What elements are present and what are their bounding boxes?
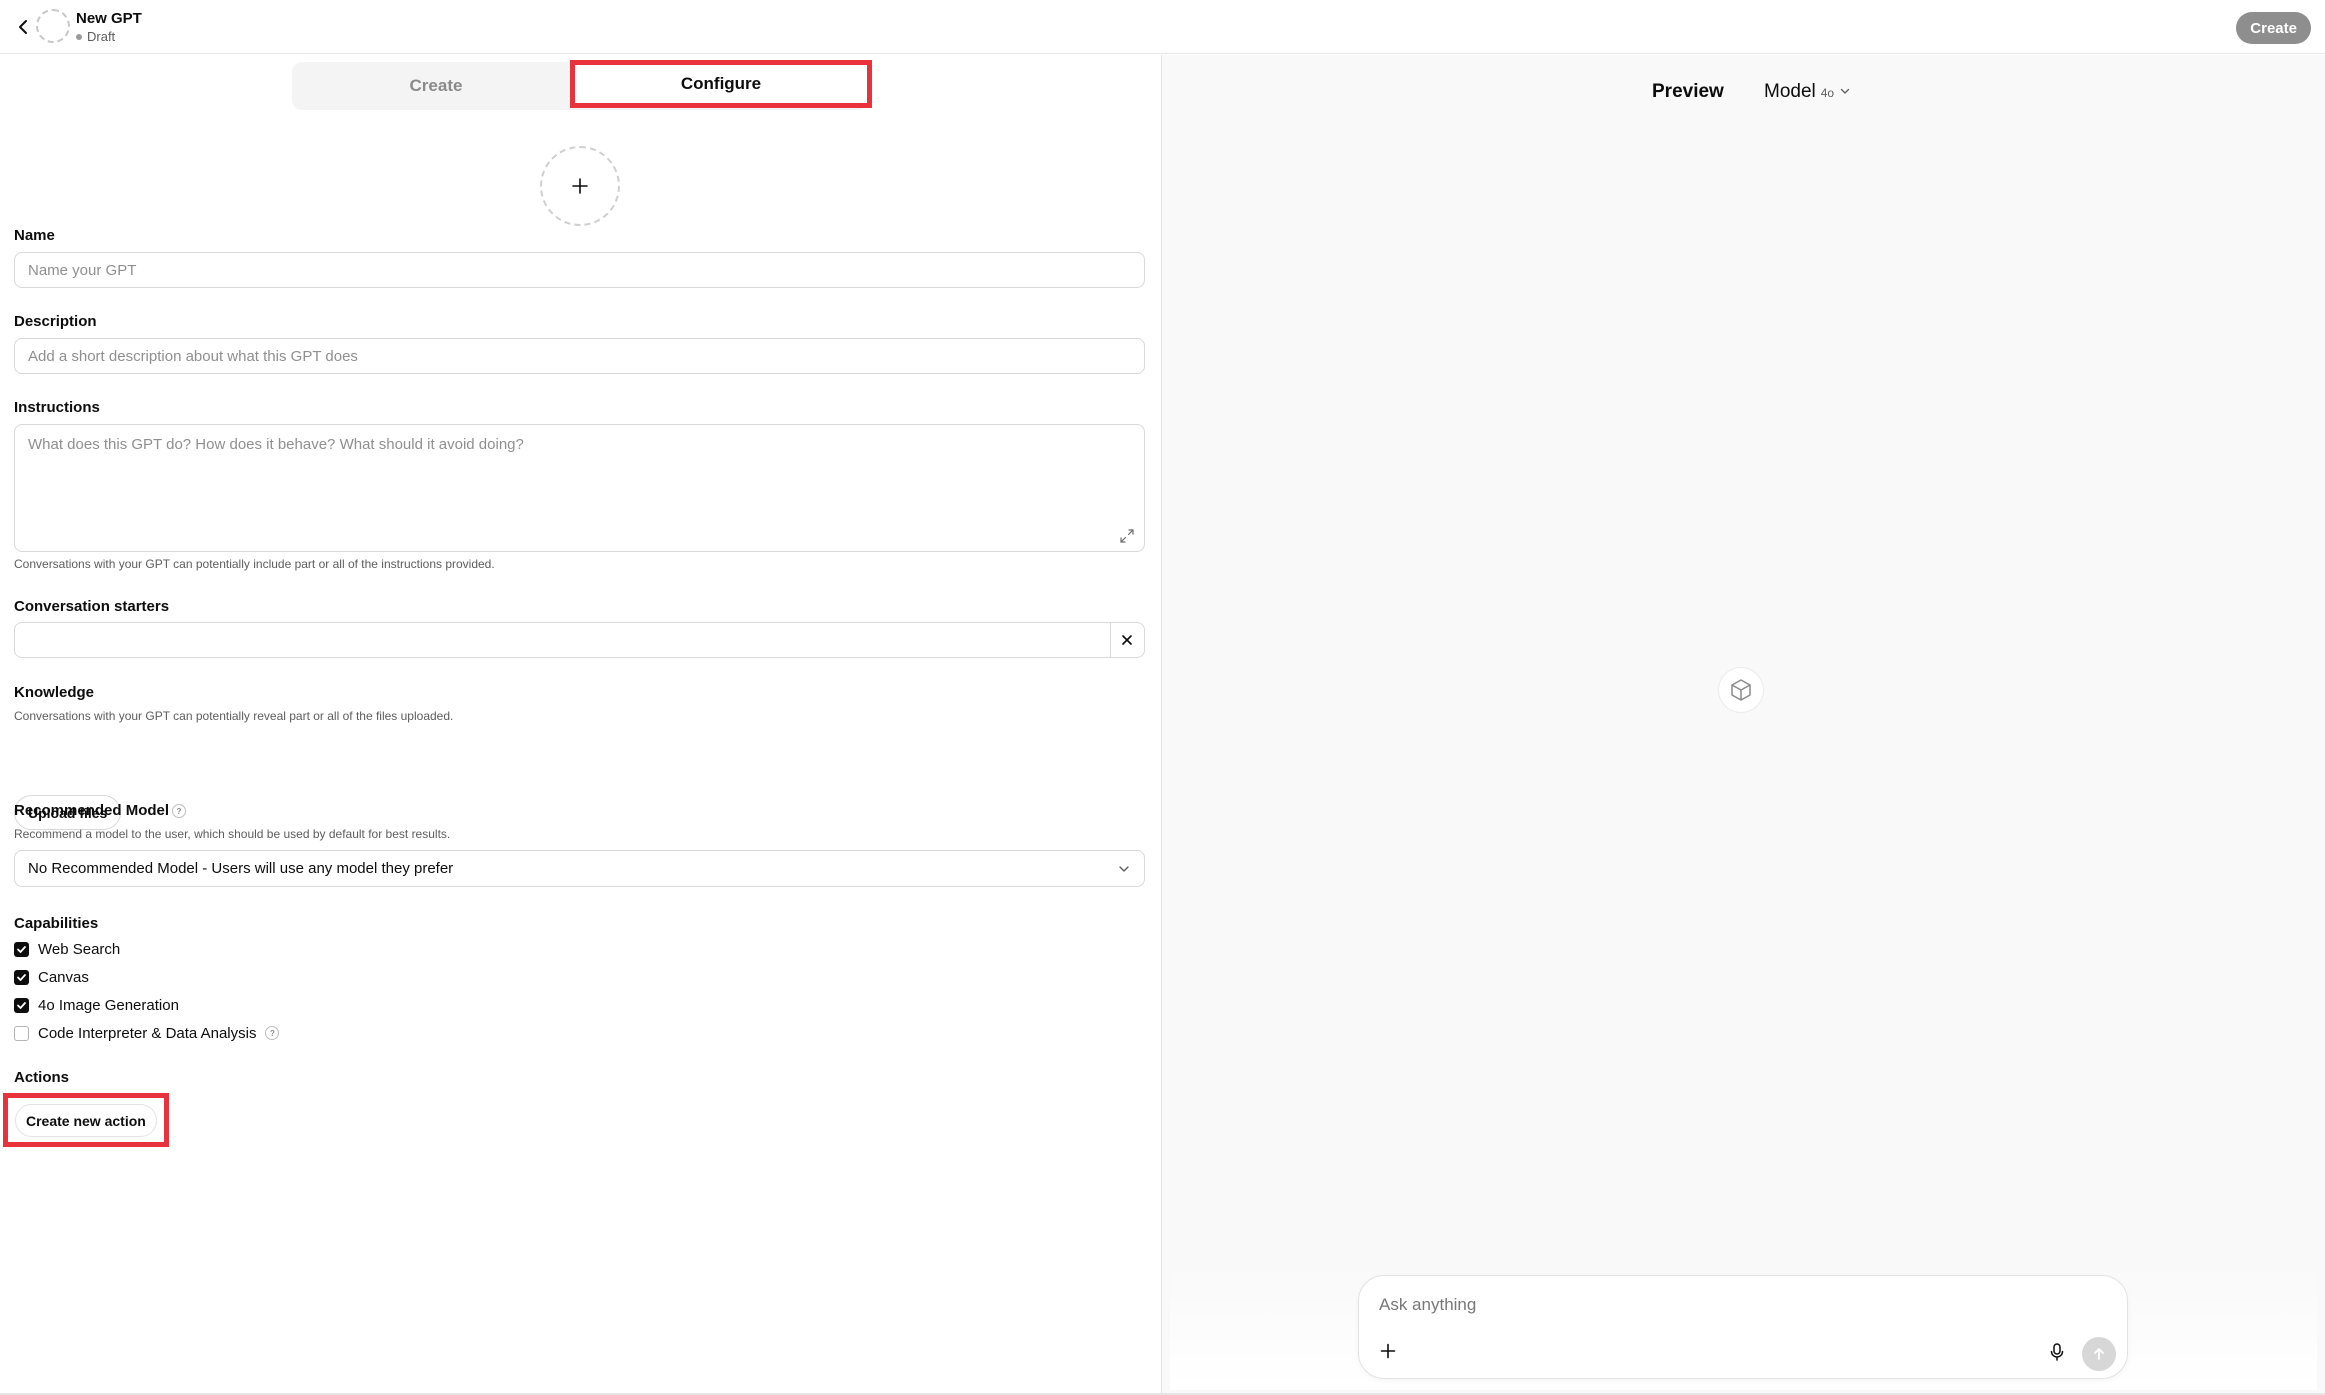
status-dot-icon	[76, 33, 82, 40]
editor-tabs: Create Configure	[292, 60, 872, 110]
gpt-avatar	[36, 9, 70, 43]
actions-label: Actions	[14, 1069, 70, 1086]
model-picker[interactable]: Model 4o	[1764, 81, 1851, 103]
capabilities-label: Capabilities	[14, 915, 99, 932]
instructions-label: Instructions	[14, 399, 100, 416]
capability-code-interpreter[interactable]: Code Interpreter & Data Analysis ?	[14, 1023, 280, 1043]
preview-panel: Preview Model 4o	[1162, 55, 2325, 1395]
checkbox-checked-icon[interactable]	[14, 969, 29, 985]
capability-label: Web Search	[38, 940, 121, 958]
publish-create-button[interactable]: Create	[2236, 12, 2311, 44]
help-icon[interactable]: ?	[172, 804, 186, 818]
tab-create[interactable]: Create	[292, 62, 580, 110]
recommended-model-value: No Recommended Model - Users will use an…	[28, 860, 454, 877]
description-input[interactable]	[14, 338, 1145, 374]
starter-row	[14, 622, 1145, 658]
plus-icon[interactable]	[1375, 1338, 1401, 1364]
status-text: Draft	[87, 29, 116, 44]
recommended-model-select[interactable]: No Recommended Model - Users will use an…	[14, 850, 1145, 887]
gpt-cube-icon	[1718, 667, 1764, 713]
close-icon[interactable]	[1110, 623, 1144, 657]
capability-canvas[interactable]: Canvas	[14, 967, 89, 987]
plus-icon	[572, 178, 588, 194]
composer	[1358, 1275, 2128, 1379]
knowledge-hint: Conversations with your GPT can potentia…	[14, 709, 454, 723]
capability-label: 4o Image Generation	[38, 996, 179, 1014]
recommended-model-label: Recommended Model	[14, 802, 170, 819]
action-highlight: Create new action	[3, 1093, 169, 1147]
model-label: Model	[1764, 81, 1816, 102]
top-bar: New GPT Draft Create	[0, 0, 2325, 54]
capability-web-search[interactable]: Web Search	[14, 939, 120, 959]
description-label: Description	[14, 313, 97, 330]
expand-icon[interactable]	[1119, 528, 1135, 544]
send-arrow-icon[interactable]	[2082, 1337, 2116, 1371]
knowledge-label: Knowledge	[14, 684, 95, 701]
capability-label: Code Interpreter & Data Analysis	[38, 1024, 257, 1042]
help-icon[interactable]: ?	[265, 1026, 280, 1040]
chevron-down-icon	[1840, 88, 1850, 94]
model-value: 4o	[1820, 86, 1835, 100]
tab-configure[interactable]: Configure	[570, 60, 872, 108]
back-chevron-icon[interactable]	[12, 16, 34, 38]
avatar-upload-button[interactable]	[540, 146, 620, 226]
checkbox-checked-icon[interactable]	[14, 941, 29, 957]
capability-label: Canvas	[38, 968, 89, 986]
name-input[interactable]	[14, 252, 1145, 288]
checkbox-checked-icon[interactable]	[14, 997, 29, 1013]
instructions-textarea[interactable]	[14, 424, 1145, 552]
configure-panel: Create Configure Name Description Instru…	[0, 55, 1161, 1395]
gpt-status: Draft	[76, 29, 115, 44]
recommended-model-hint: Recommend a model to the user, which sho…	[14, 827, 451, 841]
chevron-down-icon	[1119, 865, 1129, 872]
create-new-action-button[interactable]: Create new action	[15, 1104, 157, 1137]
instructions-hint: Conversations with your GPT can potentia…	[14, 557, 495, 571]
gpt-title: New GPT	[76, 10, 142, 27]
microphone-icon[interactable]	[2045, 1340, 2069, 1364]
starter-input[interactable]	[15, 623, 1111, 657]
checkbox-unchecked-icon[interactable]	[14, 1025, 29, 1041]
composer-input[interactable]	[1379, 1292, 2079, 1318]
capability-image-generation[interactable]: 4o Image Generation	[14, 995, 179, 1015]
preview-title: Preview	[1652, 81, 1724, 102]
starters-label: Conversation starters	[14, 598, 170, 615]
name-label: Name	[14, 227, 55, 244]
